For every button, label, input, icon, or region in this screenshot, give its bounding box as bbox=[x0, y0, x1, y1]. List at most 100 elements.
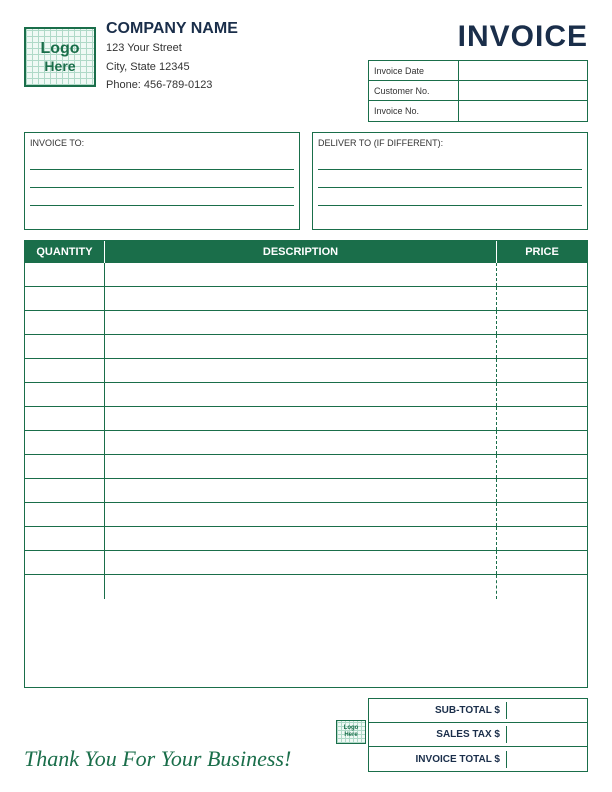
invoice-date-label: Invoice Date bbox=[369, 61, 459, 80]
table-row bbox=[25, 287, 587, 311]
cell-price-8[interactable] bbox=[497, 431, 587, 454]
cell-desc-3[interactable] bbox=[105, 311, 497, 334]
logo-word1: Logo bbox=[40, 40, 79, 58]
invoice-to-lines bbox=[30, 152, 294, 224]
invoice-total-row: INVOICE TOTAL $ bbox=[369, 747, 587, 771]
cell-price-1[interactable] bbox=[497, 263, 587, 286]
cell-desc-13[interactable] bbox=[105, 551, 497, 574]
small-logo-text: LogoHere bbox=[337, 721, 365, 739]
cell-desc-11[interactable] bbox=[105, 503, 497, 526]
table-row bbox=[25, 503, 587, 527]
header-description: DESCRIPTION bbox=[105, 241, 497, 263]
table-row bbox=[25, 383, 587, 407]
cell-qty-12[interactable] bbox=[25, 527, 105, 550]
header-right: INVOICE Invoice Date Customer No. Invoic… bbox=[368, 20, 588, 122]
deliver-to-line2[interactable] bbox=[318, 170, 582, 188]
cell-qty-14[interactable] bbox=[25, 575, 105, 599]
invoice-date-row: Invoice Date bbox=[369, 61, 587, 81]
invoice-to-line4[interactable] bbox=[30, 206, 294, 224]
company-citystate: City, State 12345 bbox=[106, 59, 238, 76]
cell-price-7[interactable] bbox=[497, 407, 587, 430]
cell-price-14[interactable] bbox=[497, 575, 587, 599]
header: Logo Here COMPANY NAME 123 Your Street C… bbox=[24, 20, 588, 122]
cell-desc-7[interactable] bbox=[105, 407, 497, 430]
thank-you-text: Thank You For Your Business! bbox=[24, 746, 291, 772]
table-row bbox=[25, 407, 587, 431]
logo-word2: Here bbox=[40, 58, 79, 74]
sales-tax-row: SALES TAX $ bbox=[369, 723, 587, 747]
cell-desc-2[interactable] bbox=[105, 287, 497, 310]
address-section: INVOICE TO: DELIVER TO (If Different): bbox=[24, 132, 588, 230]
cell-price-13[interactable] bbox=[497, 551, 587, 574]
small-logo-inner: LogoHere bbox=[336, 720, 366, 744]
table-header: QUANTITY DESCRIPTION PRICE bbox=[25, 241, 587, 263]
cell-price-10[interactable] bbox=[497, 479, 587, 502]
customer-no-value[interactable] bbox=[459, 81, 587, 100]
invoice-fields: Invoice Date Customer No. Invoice No. bbox=[368, 60, 588, 122]
sub-total-label: SUB-TOTAL $ bbox=[369, 702, 507, 719]
table-row bbox=[25, 431, 587, 455]
sales-tax-value[interactable] bbox=[507, 732, 587, 738]
cell-qty-5[interactable] bbox=[25, 359, 105, 382]
header-price: PRICE bbox=[497, 241, 587, 263]
invoice-no-value[interactable] bbox=[459, 101, 587, 121]
sub-total-value[interactable] bbox=[507, 708, 587, 714]
deliver-to-line1[interactable] bbox=[318, 152, 582, 170]
cell-desc-4[interactable] bbox=[105, 335, 497, 358]
customer-no-label: Customer No. bbox=[369, 81, 459, 100]
cell-desc-9[interactable] bbox=[105, 455, 497, 478]
table-row bbox=[25, 479, 587, 503]
footer: Thank You For Your Business! LogoHere SU… bbox=[24, 698, 588, 772]
cell-price-12[interactable] bbox=[497, 527, 587, 550]
cell-qty-13[interactable] bbox=[25, 551, 105, 574]
cell-price-5[interactable] bbox=[497, 359, 587, 382]
sales-tax-label: SALES TAX $ bbox=[369, 726, 507, 743]
cell-price-6[interactable] bbox=[497, 383, 587, 406]
cell-qty-9[interactable] bbox=[25, 455, 105, 478]
cell-qty-8[interactable] bbox=[25, 431, 105, 454]
cell-price-9[interactable] bbox=[497, 455, 587, 478]
header-left: Logo Here COMPANY NAME 123 Your Street C… bbox=[24, 20, 238, 94]
cell-qty-7[interactable] bbox=[25, 407, 105, 430]
invoice-no-label: Invoice No. bbox=[369, 101, 459, 121]
invoice-total-value[interactable] bbox=[507, 756, 587, 762]
table-row bbox=[25, 263, 587, 287]
company-phone: Phone: 456-789-0123 bbox=[106, 77, 238, 94]
cell-price-3[interactable] bbox=[497, 311, 587, 334]
invoice-to-line1[interactable] bbox=[30, 152, 294, 170]
items-table: QUANTITY DESCRIPTION PRICE bbox=[24, 240, 588, 688]
header-quantity: QUANTITY bbox=[25, 241, 105, 263]
deliver-to-line4[interactable] bbox=[318, 206, 582, 224]
table-row bbox=[25, 551, 587, 575]
cell-qty-4[interactable] bbox=[25, 335, 105, 358]
invoice-date-value[interactable] bbox=[459, 61, 587, 80]
table-row bbox=[25, 359, 587, 383]
cell-desc-1[interactable] bbox=[105, 263, 497, 286]
cell-qty-6[interactable] bbox=[25, 383, 105, 406]
invoice-to-line3[interactable] bbox=[30, 188, 294, 206]
cell-qty-1[interactable] bbox=[25, 263, 105, 286]
company-street: 123 Your Street bbox=[106, 40, 238, 57]
cell-qty-10[interactable] bbox=[25, 479, 105, 502]
cell-qty-3[interactable] bbox=[25, 311, 105, 334]
cell-desc-5[interactable] bbox=[105, 359, 497, 382]
cell-price-2[interactable] bbox=[497, 287, 587, 310]
logo-box: Logo Here bbox=[24, 27, 96, 87]
invoice-no-row: Invoice No. bbox=[369, 101, 587, 121]
cell-desc-8[interactable] bbox=[105, 431, 497, 454]
cell-price-4[interactable] bbox=[497, 335, 587, 358]
cell-qty-2[interactable] bbox=[25, 287, 105, 310]
totals-section: SUB-TOTAL $ SALES TAX $ INVOICE TOTAL $ bbox=[368, 698, 588, 772]
cell-qty-11[interactable] bbox=[25, 503, 105, 526]
cell-desc-12[interactable] bbox=[105, 527, 497, 550]
table-row bbox=[25, 527, 587, 551]
invoice-to-line2[interactable] bbox=[30, 170, 294, 188]
customer-no-row: Customer No. bbox=[369, 81, 587, 101]
cell-desc-6[interactable] bbox=[105, 383, 497, 406]
cell-desc-10[interactable] bbox=[105, 479, 497, 502]
company-info: COMPANY NAME 123 Your Street City, State… bbox=[106, 20, 238, 94]
deliver-to-line3[interactable] bbox=[318, 188, 582, 206]
cell-price-11[interactable] bbox=[497, 503, 587, 526]
cell-desc-14[interactable] bbox=[105, 575, 497, 599]
table-row bbox=[25, 575, 587, 599]
